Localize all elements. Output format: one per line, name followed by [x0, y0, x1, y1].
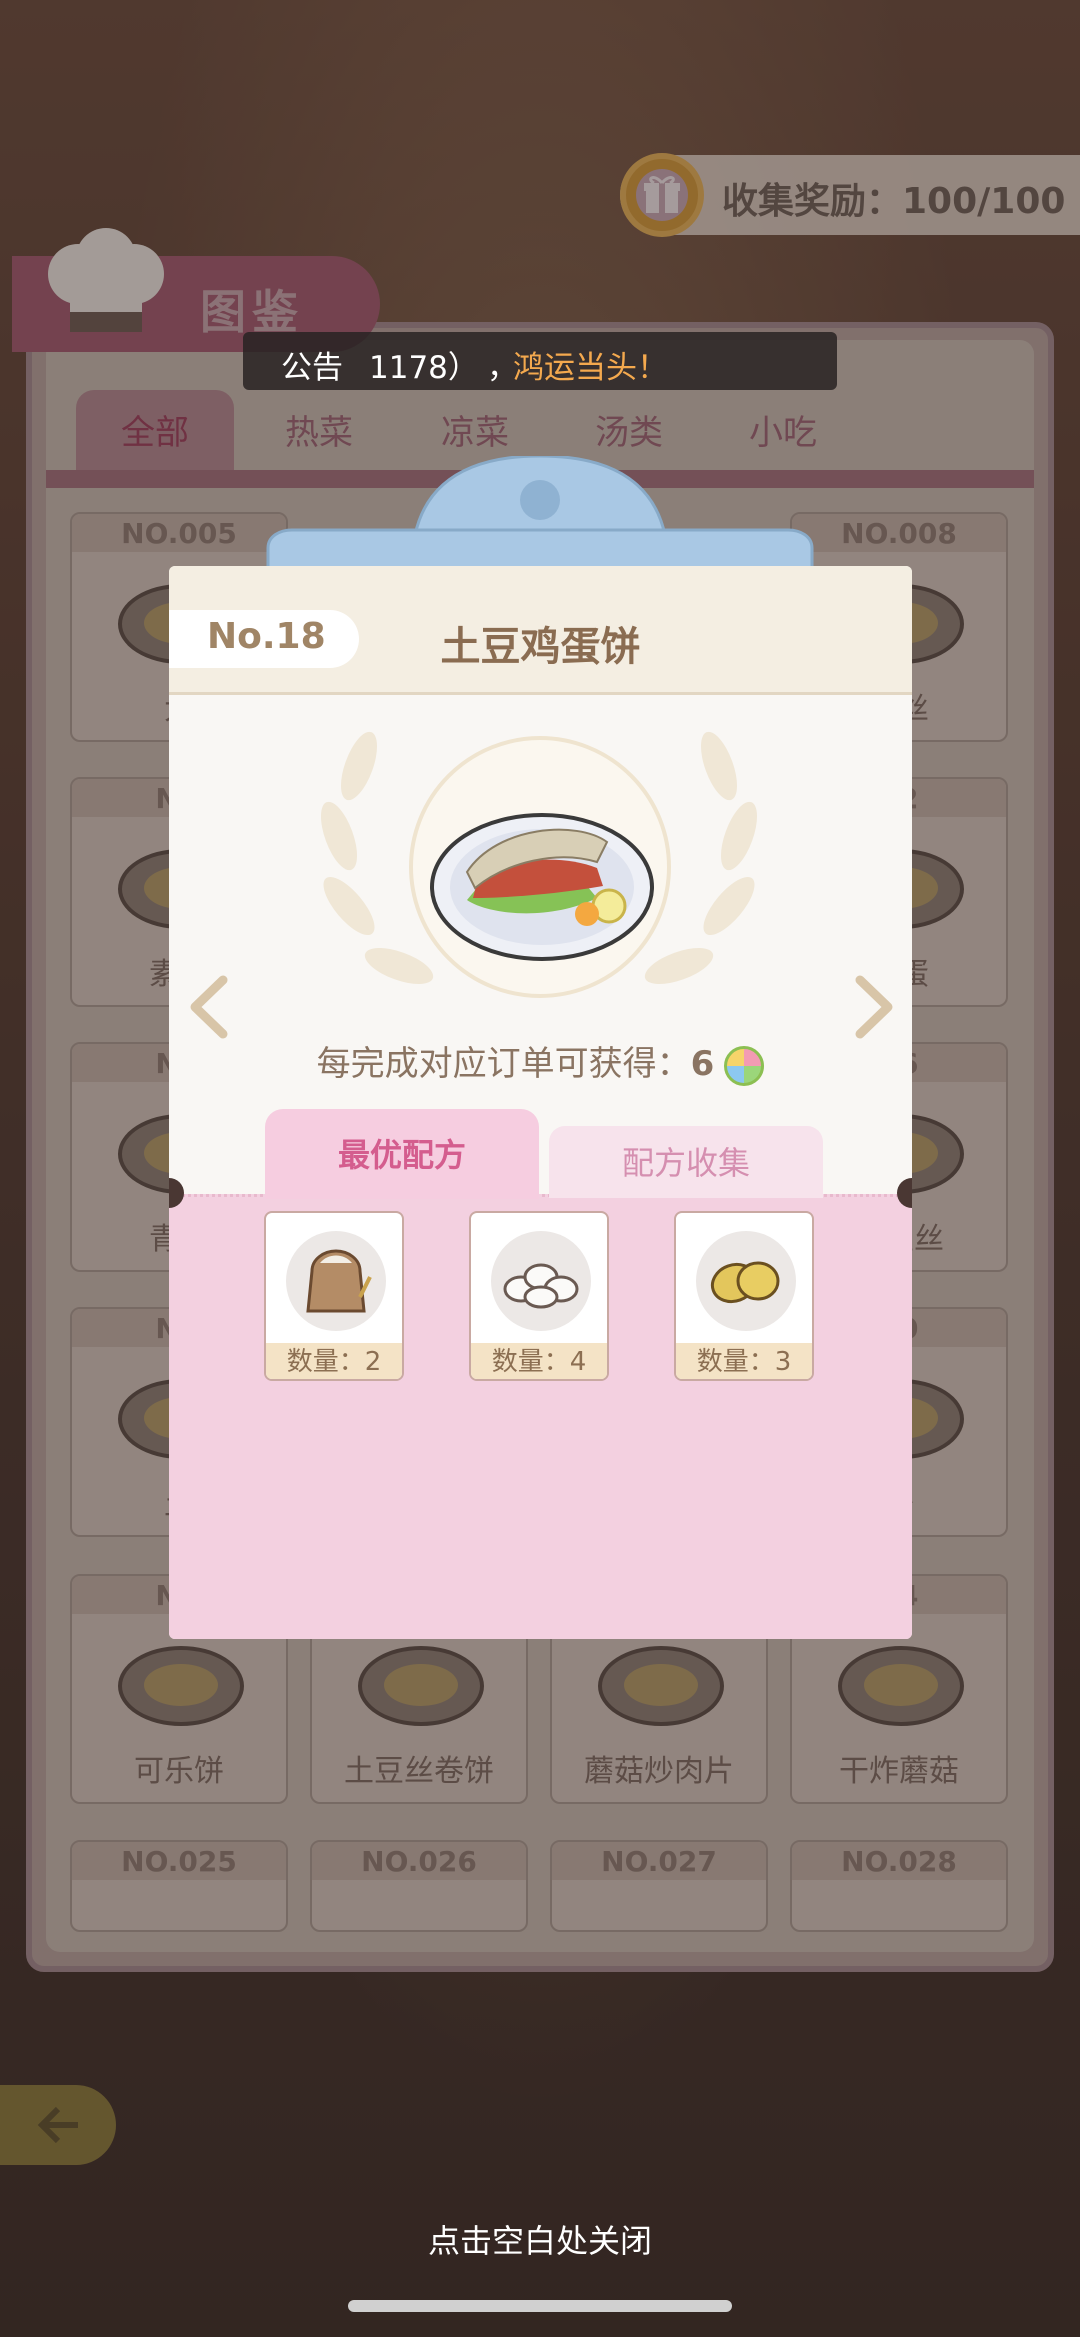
next-arrow-icon[interactable] [850, 974, 898, 1040]
announcement-banner: 公告 1178） ， 鸿运当头！ [243, 332, 837, 390]
potatoes-icon [710, 1261, 780, 1304]
ingredient-quantity: 数量：4 [471, 1343, 607, 1379]
ingredient-card-flour[interactable]: 数量：2 [264, 1211, 404, 1381]
tab-best-recipe[interactable]: 最优配方 [265, 1109, 539, 1199]
home-indicator[interactable] [348, 2300, 732, 2312]
sandwich-dish-icon [430, 813, 654, 961]
announcement-highlight: 鸿运当头！ [513, 350, 668, 386]
order-reward-line: 每完成对应订单可获得：6 [169, 1036, 912, 1086]
rainbow-coin-icon [724, 1045, 765, 1086]
ingredient-quantity: 数量：3 [676, 1343, 812, 1379]
flour-sack-icon [306, 1249, 372, 1313]
announcement-label: 公告 [281, 350, 343, 386]
ingredient-card-eggs[interactable]: 数量：4 [469, 1211, 609, 1381]
tab-recipe-collection[interactable]: 配方收集 [549, 1126, 823, 1198]
ingredient-quantity: 数量：2 [266, 1343, 402, 1379]
clipboard-clip-icon [266, 456, 814, 580]
dish-title: 土豆鸡蛋饼 [440, 624, 641, 670]
dish-detail-modal: No.18 土豆鸡蛋饼 每完成对应订单可获得：6 最优配方 配方收集 数量：2 … [169, 566, 912, 1639]
ingredient-card-potatoes[interactable]: 数量：3 [674, 1211, 814, 1381]
announcement-id: 1178） [369, 350, 479, 386]
order-reward-text: 每完成对应订单可获得： [316, 1044, 691, 1084]
eggs-icon [503, 1263, 579, 1309]
order-reward-value: 6 [690, 1044, 715, 1084]
close-hint[interactable]: 点击空白处关闭 [0, 2216, 1080, 2262]
previous-arrow-icon[interactable] [185, 974, 233, 1040]
